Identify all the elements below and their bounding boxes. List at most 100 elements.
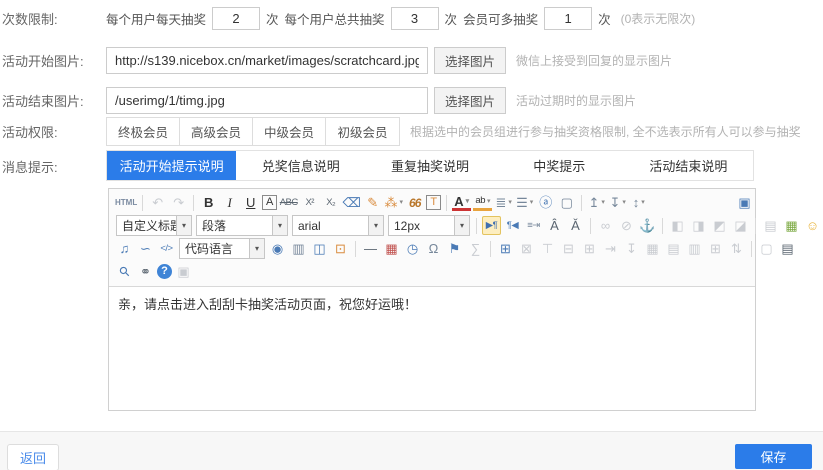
editor-content[interactable]: 亲，请点击进入刮刮卡抽奖活动页面，祝您好运哦！ <box>109 287 755 406</box>
remove-format-icon[interactable]: ⌫ <box>342 193 361 212</box>
image-float-right-icon[interactable]: ◩ <box>710 216 729 235</box>
formula-icon[interactable]: ∑ <box>466 239 485 258</box>
image-float-left-icon[interactable]: ◧ <box>668 216 687 235</box>
superscript-icon[interactable]: X² <box>300 193 319 212</box>
insert-image-icon[interactable]: ▤ <box>761 216 780 235</box>
member-group-button[interactable]: 高级会员 <box>180 118 253 145</box>
auto-typeset-icon[interactable]: ⁂▾ <box>384 193 403 212</box>
blockquote-icon[interactable]: 66 <box>405 193 424 212</box>
message-tab[interactable]: 兑奖信息说明 <box>236 151 365 180</box>
direction-ltr-icon[interactable]: ▶¶ <box>482 216 501 235</box>
char-spacing-decrease-icon[interactable]: Ǎ <box>566 216 585 235</box>
unlink-icon[interactable]: ⊘ <box>617 216 636 235</box>
message-tabs: 活动开始提示说明兑奖信息说明重复抽奖说明中奖提示活动结束说明 <box>106 150 754 181</box>
message-tab[interactable]: 活动开始提示说明 <box>107 151 236 180</box>
line-height-icon[interactable]: ↕▾ <box>629 193 648 212</box>
font-size-select[interactable]: 12px▾ <box>388 215 470 236</box>
start-image-pick-button[interactable]: 选择图片 <box>434 47 506 74</box>
online-image-icon[interactable]: ▦ <box>782 216 801 235</box>
back-button[interactable]: 返回 <box>7 444 59 470</box>
search-replace-icon[interactable]: ⚭ <box>136 262 155 281</box>
chart-icon[interactable]: ◫ <box>310 239 329 258</box>
strikethrough-icon[interactable]: ABC <box>279 193 298 212</box>
bold-icon[interactable]: B <box>199 193 218 212</box>
limit-input[interactable] <box>391 7 439 30</box>
fullscreen-icon[interactable]: ▣ <box>735 193 754 212</box>
insert-caption-icon[interactable]: ⊤ <box>538 239 557 258</box>
chevron-down-icon: ▾ <box>487 198 490 205</box>
webapp-icon[interactable]: ◉ <box>268 239 287 258</box>
split-row-icon[interactable]: ▤ <box>664 239 683 258</box>
member-group-button[interactable]: 初级会员 <box>326 118 399 145</box>
map-icon[interactable]: ⚑ <box>445 239 464 258</box>
insert-col-icon[interactable]: ⊞ <box>580 239 599 258</box>
italic-icon[interactable]: I <box>220 193 239 212</box>
paste-word-icon[interactable]: T <box>426 195 441 210</box>
template-icon[interactable]: ▥ <box>289 239 308 258</box>
image-inline-icon[interactable]: ◨ <box>689 216 708 235</box>
undo-icon[interactable]: ↶ <box>148 193 167 212</box>
font-color-icon[interactable]: A▾ <box>452 194 471 211</box>
highlight-color-icon[interactable]: ab▾ <box>473 194 492 211</box>
split-cells-icon[interactable]: ⊞ <box>706 239 725 258</box>
save-button[interactable]: 保存 <box>735 444 812 469</box>
limit-input[interactable] <box>544 7 592 30</box>
merge-right-icon[interactable]: ⇥ <box>601 239 620 258</box>
delete-table-icon[interactable]: ⊠ <box>517 239 536 258</box>
preview-icon[interactable]: ⚲ <box>111 258 138 285</box>
attachment-icon[interactable]: ∽ <box>136 239 155 258</box>
music-icon[interactable]: ♫ <box>115 239 134 258</box>
end-image-input[interactable] <box>106 87 428 114</box>
code-language-select[interactable]: 代码语言▾ <box>179 238 265 259</box>
redo-icon[interactable]: ↷ <box>169 193 188 212</box>
unordered-list-icon[interactable]: ☰▾ <box>515 193 534 212</box>
toolbar-separator <box>446 195 447 211</box>
link-icon[interactable]: ∞ <box>596 216 615 235</box>
paragraph-spacing-top-icon[interactable]: ↥▾ <box>587 193 606 212</box>
image-center-icon[interactable]: ◪ <box>731 216 750 235</box>
message-tab[interactable]: 重复抽奖说明 <box>365 151 494 180</box>
member-group-button[interactable]: 终极会员 <box>107 118 180 145</box>
limit-unit: 次 <box>445 9 458 28</box>
merge-down-icon[interactable]: ↧ <box>622 239 641 258</box>
table-sort-icon[interactable]: ⇅ <box>727 239 746 258</box>
snapshot-icon[interactable]: ⊡ <box>331 239 350 258</box>
anchor-text-icon[interactable]: ⓐ <box>536 193 555 212</box>
date-icon[interactable]: ▦ <box>382 239 401 258</box>
split-col-icon[interactable]: ▥ <box>685 239 704 258</box>
insert-row-icon[interactable]: ⊟ <box>559 239 578 258</box>
time-icon[interactable]: ◷ <box>403 239 422 258</box>
direction-rtl-icon[interactable]: ¶◀ <box>503 216 522 235</box>
font-border-icon[interactable]: A <box>262 195 277 210</box>
paragraph-format-select[interactable]: 段落▾ <box>196 215 288 236</box>
font-family-select[interactable]: arial▾ <box>292 215 384 236</box>
horizontal-rule-icon[interactable]: — <box>361 239 380 258</box>
insert-code-icon[interactable]: </> <box>157 239 176 258</box>
paragraph-spacing-bottom-icon[interactable]: ↧▾ <box>608 193 627 212</box>
print-icon[interactable]: ▤ <box>778 239 797 258</box>
message-tab[interactable]: 活动结束说明 <box>624 151 753 180</box>
indent-icon[interactable]: ≡⇥ <box>524 216 543 235</box>
start-image-hint: 微信上接受到回复的显示图片 <box>516 52 672 69</box>
char-spacing-increase-icon[interactable]: Â <box>545 216 564 235</box>
member-group-button[interactable]: 中级会员 <box>253 118 326 145</box>
background-icon[interactable]: ▢ <box>757 239 776 258</box>
source-code-icon[interactable]: HTML <box>115 193 137 212</box>
format-brush-icon[interactable]: ✎ <box>363 193 382 212</box>
help-icon[interactable]: ? <box>157 264 172 279</box>
ordered-list-icon[interactable]: ≣▾ <box>494 193 513 212</box>
insert-table-icon[interactable]: ⊞ <box>496 239 515 258</box>
emotion-icon[interactable]: ☺ <box>803 216 822 235</box>
message-tab[interactable]: 中奖提示 <box>495 151 624 180</box>
anchor-icon[interactable]: ⚓ <box>638 216 657 235</box>
custom-title-select[interactable]: 自定义标题▾ <box>116 215 192 236</box>
subscript-icon[interactable]: X₂ <box>321 193 340 212</box>
paste-icon[interactable]: ▣ <box>174 262 193 281</box>
limit-input[interactable] <box>212 7 260 30</box>
start-image-input[interactable] <box>106 47 428 74</box>
end-image-pick-button[interactable]: 选择图片 <box>434 87 506 114</box>
merge-cells-icon[interactable]: ▦ <box>643 239 662 258</box>
special-char-icon[interactable]: Ω <box>424 239 443 258</box>
new-page-icon[interactable]: ▢ <box>557 193 576 212</box>
underline-icon[interactable]: U <box>241 193 260 212</box>
